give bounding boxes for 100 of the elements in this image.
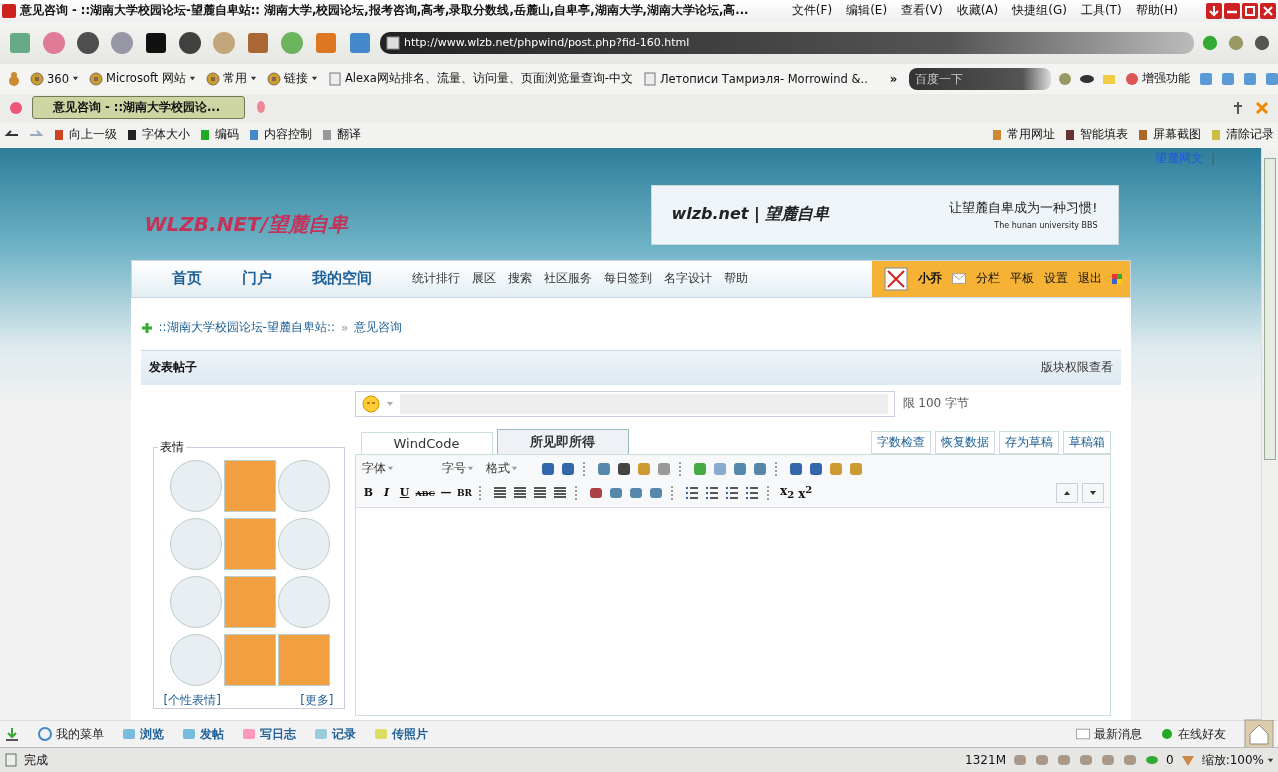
emoticon-picture[interactable]: [223, 575, 276, 628]
toolbar-button[interactable]: 翻译: [320, 127, 361, 143]
menu-item[interactable]: 工具(T): [1080, 2, 1122, 20]
down-arrow-button[interactable]: [1206, 2, 1222, 19]
nav-link[interactable]: 门户: [241, 269, 272, 289]
bookmark-item[interactable]: 链接: [264, 70, 320, 88]
font-dropdown[interactable]: 字体: [361, 460, 438, 478]
nav-link[interactable]: 帮助: [723, 270, 748, 288]
bookmark-item[interactable]: Alexa网站排名、流量、访问量、页面浏览量查询-中文: [325, 70, 635, 88]
align-right-icon[interactable]: [532, 484, 549, 501]
user-link[interactable]: 平板: [1009, 270, 1034, 288]
bookmark-item[interactable]: Microsoft 网站: [86, 70, 198, 88]
caret-icon[interactable]: [385, 399, 394, 408]
emoticon-picture[interactable]: [277, 459, 330, 512]
quick-action-button[interactable]: 浏览: [122, 725, 164, 743]
zoom-control[interactable]: 缩放:100%: [1201, 751, 1274, 769]
house-icon[interactable]: [1244, 719, 1274, 750]
justify-icon[interactable]: [552, 484, 569, 501]
toolbar-button[interactable]: 字体大小: [125, 127, 190, 143]
broken-image-icon[interactable]: [883, 266, 908, 291]
user-link[interactable]: 退出: [1077, 270, 1102, 288]
editor-action-button[interactable]: 字数检查: [870, 430, 931, 454]
permission-link[interactable]: 版块权限查看: [1040, 359, 1113, 377]
menu-item[interactable]: 查看(V): [901, 2, 943, 20]
enhance-button[interactable]: 增强功能: [1123, 70, 1193, 88]
close-tab-button[interactable]: [1254, 99, 1270, 116]
plus-icon[interactable]: [140, 321, 153, 334]
username-link[interactable]: 小乔: [917, 270, 942, 288]
emoticon-picture[interactable]: [223, 459, 276, 512]
breadcrumb-link[interactable]: ::湖南大学校园论坛-望麓自卑站::: [158, 319, 335, 337]
shrink-button[interactable]: [1055, 482, 1078, 503]
toolbar-button[interactable]: 智能填表: [1063, 127, 1128, 143]
font-dropdown[interactable]: 格式: [485, 460, 536, 478]
outdent-icon[interactable]: [724, 484, 741, 501]
toolbar-button[interactable]: 清除记录: [1209, 127, 1274, 143]
envelope-icon[interactable]: [951, 273, 966, 285]
nav-link[interactable]: 每日签到: [603, 270, 652, 288]
search-field[interactable]: 百度一下: [909, 67, 1052, 90]
nav-link[interactable]: 统计排行: [411, 270, 460, 288]
toolbar-button[interactable]: 向上一级: [52, 127, 117, 143]
format-button[interactable]: U: [397, 486, 412, 500]
subject-field[interactable]: [399, 393, 888, 414]
bookmark-item[interactable]: 常用: [203, 70, 259, 88]
emoticon-picture[interactable]: [223, 517, 276, 570]
nav-link[interactable]: 社区服务: [543, 270, 592, 288]
expand-button[interactable]: [1081, 482, 1104, 503]
breadcrumb-link[interactable]: 意见咨询: [354, 319, 403, 337]
format-button[interactable]: I: [379, 486, 394, 500]
online-friends-button[interactable]: 在线好友: [1160, 725, 1226, 743]
align-left-icon[interactable]: [492, 484, 509, 501]
quick-action-button[interactable]: 记录: [314, 725, 356, 743]
emoticon-picture[interactable]: [277, 633, 330, 686]
toolbar-button[interactable]: 编码: [198, 127, 239, 143]
restore-button[interactable]: [1242, 2, 1258, 19]
font-dropdown[interactable]: 字号: [441, 460, 482, 478]
browser-tab[interactable]: 意见咨询 - ::湖南大学校园论...: [32, 96, 246, 120]
format-button[interactable]: —: [439, 486, 453, 500]
bullet-list-icon[interactable]: [704, 484, 721, 501]
bookmark-item[interactable]: Летописи Тамриэля- Morrowind &..: [640, 70, 870, 87]
quick-action-button[interactable]: 发帖: [182, 725, 224, 743]
script-button[interactable]: x$_{2}$: [780, 484, 795, 501]
address-field[interactable]: http://www.wlzb.net/phpwind/post.php?fid-160.html: [380, 31, 1194, 54]
close-button[interactable]: [1260, 2, 1276, 19]
emoticon-picture[interactable]: [223, 633, 276, 686]
my-menu-button[interactable]: 我的菜单: [38, 725, 104, 743]
scrollbar[interactable]: [1261, 147, 1278, 721]
format-button[interactable]: BR: [457, 487, 473, 498]
color-grid-icon[interactable]: [1111, 273, 1122, 284]
indent-icon[interactable]: [744, 484, 761, 501]
menu-item[interactable]: 收藏(A): [956, 2, 999, 20]
ordered-list-icon[interactable]: [684, 484, 701, 501]
user-link[interactable]: 分栏: [975, 270, 1000, 288]
nav-link[interactable]: 展区: [471, 270, 496, 288]
more-link[interactable]: [更多]: [300, 691, 334, 709]
toolbar-button[interactable]: 屏幕截图: [1136, 127, 1201, 143]
bookmark-item[interactable]: 360: [28, 70, 81, 87]
minimize-button[interactable]: [1224, 2, 1240, 19]
menu-item[interactable]: 快捷组(G): [1012, 2, 1067, 20]
quick-action-button[interactable]: 传照片: [374, 725, 428, 743]
align-center-icon[interactable]: [512, 484, 529, 501]
menu-item[interactable]: 文件(F): [791, 2, 833, 20]
smiley-icon[interactable]: [361, 394, 380, 413]
toolbar-button[interactable]: 内容控制: [247, 127, 312, 143]
more-bookmarks-button[interactable]: »: [889, 71, 898, 86]
nav-link[interactable]: 名字设计: [663, 270, 712, 288]
toolbar-button[interactable]: 常用网址: [990, 127, 1055, 143]
messages-button[interactable]: 最新消息: [1076, 725, 1142, 743]
custom-emoticon-link[interactable]: [个性表情]: [163, 691, 221, 709]
quick-action-button[interactable]: 写日志: [242, 725, 296, 743]
editor-action-button[interactable]: 恢复数据: [934, 430, 995, 454]
format-button[interactable]: B: [361, 486, 376, 500]
editor-action-button[interactable]: 草稿箱: [1062, 430, 1111, 454]
emoticon-picture[interactable]: [277, 517, 330, 570]
editor-tab[interactable]: WindCode: [360, 431, 493, 454]
script-button[interactable]: x$^{2}$: [798, 484, 813, 502]
editor-tab[interactable]: 所见即所得: [496, 428, 629, 454]
nav-link[interactable]: 搜索: [507, 270, 532, 288]
user-link[interactable]: 设置: [1043, 270, 1068, 288]
editor-action-button[interactable]: 存为草稿: [998, 430, 1059, 454]
menu-item[interactable]: 编辑(E): [846, 2, 888, 20]
